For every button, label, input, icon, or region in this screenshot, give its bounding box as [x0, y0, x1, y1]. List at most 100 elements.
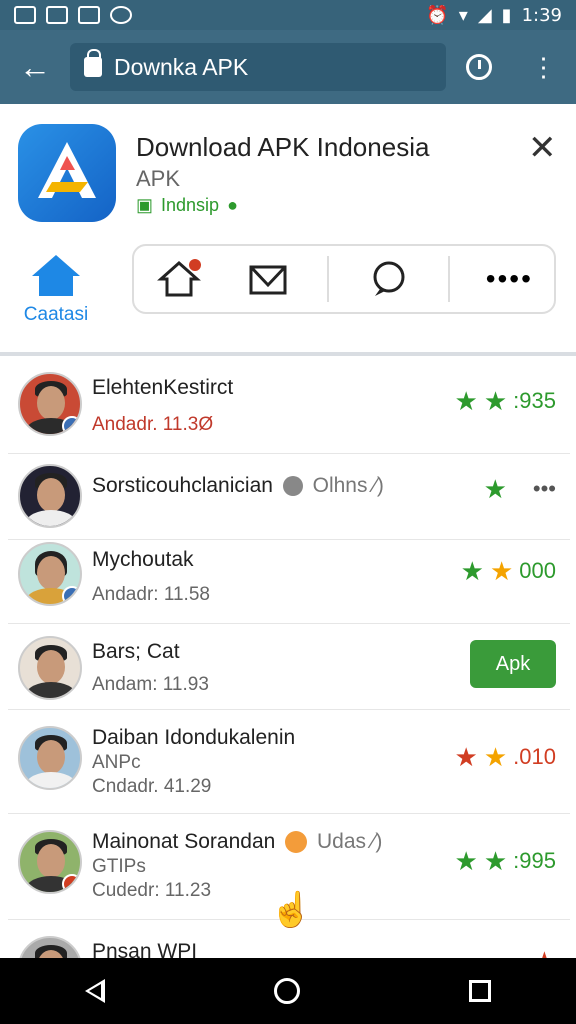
back-button[interactable]: ← — [0, 30, 70, 104]
tab-chat[interactable] — [359, 249, 419, 309]
item-rating: ★ ★ .010 — [455, 744, 556, 770]
avatar — [18, 464, 82, 528]
home-tab[interactable]: Caatasi — [18, 252, 94, 326]
app-logo — [18, 124, 116, 222]
more-horiz-icon[interactable]: ••• — [533, 476, 556, 502]
image-icon — [46, 6, 68, 24]
status-bar: ⏰ ▾ ◢ ▮ 1:39 — [0, 0, 576, 30]
nav-home-button[interactable] — [273, 978, 300, 1004]
browser-toolbar: ← Downka APK ⋮ — [0, 30, 576, 104]
item-meta-secondary: ANPc — [92, 752, 141, 773]
browser-actions: ⋮ — [446, 52, 576, 83]
list-item[interactable]: Daiban Idondukalenin ANPc Cndadr. 41.29 … — [8, 710, 570, 814]
list-item[interactable]: Mychoutak Andadr: 11.58 ★ ★ 000 — [8, 540, 570, 624]
star-icon: ★ — [489, 556, 514, 586]
item-name: Mychoutak — [92, 548, 194, 571]
alarm-icon: ⏰ — [426, 4, 449, 26]
tab-mail[interactable] — [238, 249, 298, 309]
item-rating: ★ ••• — [484, 476, 556, 502]
app-subtitle: APK — [136, 166, 181, 191]
app-tag: ▣ Indnsip ● — [136, 195, 238, 216]
notification-icons — [14, 6, 132, 24]
star-icon: ★ — [454, 742, 478, 772]
avatar — [18, 936, 82, 958]
item-name: Daiban Idondukalenin — [92, 726, 296, 749]
lock-icon — [84, 49, 102, 77]
nav-back-button[interactable] — [84, 979, 105, 1003]
list-item[interactable]: Bars; Cat Andam: 11.93 Apk — [8, 624, 570, 710]
arrow-left-icon: ← — [19, 48, 51, 85]
app-header: Download APK Indonesia APK ▣ Indnsip ● ✕… — [0, 104, 576, 356]
app-tag-text: Indnsip — [161, 195, 220, 215]
nav-recents-button[interactable] — [469, 980, 492, 1002]
item-rating: ★ ★ :995 — [455, 848, 556, 874]
star-icon: ★ — [483, 474, 507, 504]
tab-more[interactable]: •••• — [479, 249, 539, 309]
item-extra: Olhns ⁄) — [312, 474, 384, 497]
avatar — [18, 372, 82, 436]
star-icon: ★ — [483, 742, 508, 772]
signal-icon: ◢ — [477, 4, 492, 26]
browser-icon — [110, 6, 132, 24]
list-item[interactable]: ElehtenKestirct Andadr. 11.3Ø ★ ★ :935 — [8, 358, 570, 454]
mail-icon — [249, 265, 287, 295]
more-horiz-icon: •••• — [485, 263, 533, 294]
tab-divider — [447, 256, 450, 302]
list-item[interactable]: Pnsan WPI ★ — [8, 920, 570, 958]
list-item[interactable]: Mainonat Sorandan Udas ⁄) GTIPs Cudedr: … — [8, 814, 570, 929]
item-name: Bars; Cat — [92, 640, 180, 663]
rating-value: :935 — [513, 388, 556, 413]
history-icon[interactable] — [465, 54, 492, 80]
rating-value: :995 — [513, 848, 556, 873]
phone-icon: ▣ — [136, 195, 154, 215]
star-icon: ★ — [483, 386, 508, 416]
gallery-icon — [78, 6, 100, 24]
item-meta-secondary: GTIPs — [92, 856, 146, 877]
avatar — [18, 542, 82, 606]
apk-list: ElehtenKestirct Andadr. 11.3Ø ★ ★ :935 S… — [8, 358, 570, 958]
address-bar[interactable]: Downka APK — [70, 43, 446, 91]
item-name: Pnsan WPI — [92, 940, 198, 958]
apk-button[interactable]: Apk — [470, 640, 556, 688]
tab-divider — [327, 256, 330, 302]
home-icon — [32, 255, 80, 296]
item-meta: Cudedr: 11.23 — [92, 880, 212, 901]
tab-bar: •••• — [132, 244, 556, 314]
more-vert-icon[interactable]: ⋮ — [531, 52, 557, 83]
wifi-icon: ▾ — [458, 4, 468, 26]
rating-value: 000 — [519, 558, 556, 583]
avatar — [18, 726, 82, 790]
system-indicators: ⏰ ▾ ◢ ▮ 1:39 — [426, 5, 562, 26]
home-tab-label: Caatasi — [23, 304, 89, 325]
tab-home[interactable] — [149, 249, 209, 309]
item-name: Sorsticouhclanician Olhns ⁄) — [92, 474, 384, 498]
item-name: Mainonat Sorandan Udas ⁄) — [92, 830, 382, 854]
item-rating: ★ ★ 000 — [461, 558, 556, 584]
star-icon: ★ — [483, 846, 508, 876]
item-meta: Andam: 11.93 — [92, 674, 209, 695]
item-meta: Andadr. 11.3Ø — [92, 414, 214, 435]
location-icon: ● — [227, 195, 238, 215]
star-icon: ★ — [460, 556, 484, 586]
emoji-icon — [285, 831, 308, 854]
item-rating: ★ ★ :935 — [455, 388, 556, 414]
item-rating: ★ — [533, 948, 556, 958]
item-name-text: Sorsticouhclanician — [92, 474, 273, 497]
app-title: Download APK Indonesia — [136, 132, 430, 162]
list-item[interactable]: Sorsticouhclanician Olhns ⁄) ★ ••• — [8, 454, 570, 540]
item-name-text: Mainonat Sorandan — [92, 830, 276, 853]
system-nav-bar — [0, 958, 576, 1024]
battery-icon: ▮ — [501, 4, 512, 26]
clock: 1:39 — [521, 4, 562, 26]
close-button[interactable]: ✕ — [528, 128, 557, 168]
star-icon: ★ — [454, 386, 478, 416]
url-text: Downka APK — [114, 53, 249, 80]
item-meta: Cndadr. 41.29 — [92, 776, 212, 797]
house-outline-icon — [156, 259, 201, 297]
item-meta: Andadr: 11.58 — [92, 584, 210, 605]
star-icon: ★ — [454, 846, 478, 876]
item-name: ElehtenKestirct — [92, 376, 234, 399]
star-icon: ★ — [533, 948, 556, 958]
item-extra: Udas ⁄) — [317, 830, 383, 853]
rating-value: .010 — [513, 744, 556, 769]
